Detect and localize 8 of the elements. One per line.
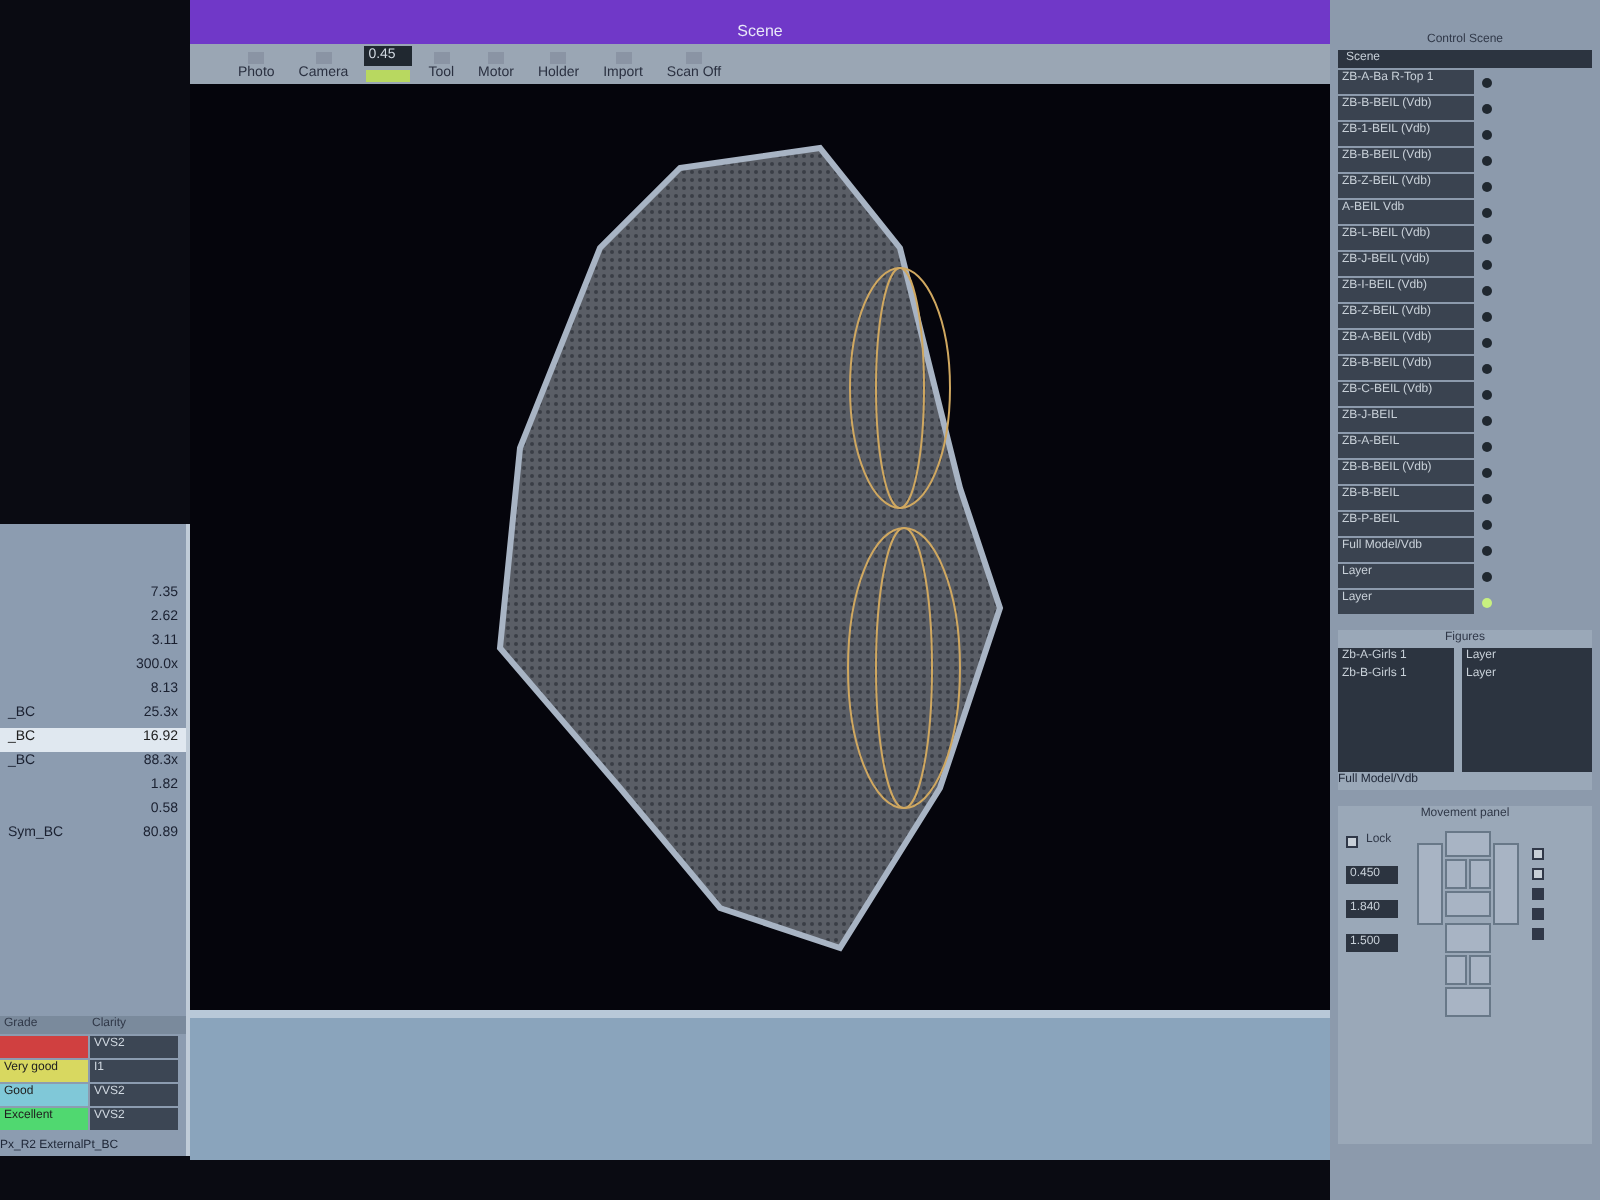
option-checkbox[interactable] — [1532, 848, 1544, 860]
lock-checkbox[interactable] — [1346, 835, 1358, 847]
window-title: Scene — [737, 20, 783, 44]
option-checkbox[interactable] — [1532, 888, 1544, 900]
option-checkbox[interactable] — [1532, 908, 1544, 920]
option-checkbox[interactable] — [1532, 928, 1544, 940]
option-checkbox[interactable] — [1532, 868, 1544, 880]
indicator-bar — [366, 70, 411, 83]
